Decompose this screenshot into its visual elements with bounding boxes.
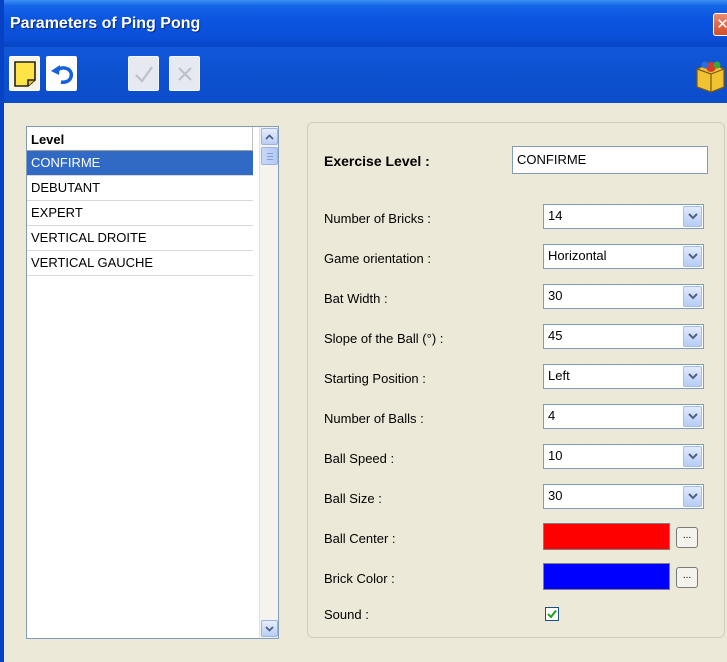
ball-size-select[interactable]: 30 xyxy=(543,484,704,509)
list-item[interactable]: CONFIRME xyxy=(27,151,253,176)
sound-checkbox[interactable] xyxy=(545,607,559,621)
vertical-scrollbar[interactable] xyxy=(259,127,278,638)
chevron-down-icon xyxy=(265,625,274,632)
grip-line xyxy=(267,153,273,154)
bat-width-label: Bat Width : xyxy=(324,291,388,306)
level-grid: Level CONFIRME DEBUTANT EXPERT VERTICAL … xyxy=(27,127,253,276)
list-item[interactable]: DEBUTANT xyxy=(27,176,253,201)
parameters-window: Parameters of Ping Pong ✕ Level CONFIRME… xyxy=(0,0,727,662)
dropdown-button[interactable] xyxy=(683,366,702,387)
ball-center-color-swatch[interactable] xyxy=(543,523,670,550)
level-list[interactable]: Level CONFIRME DEBUTANT EXPERT VERTICAL … xyxy=(26,126,279,639)
slope-of-ball-select[interactable]: 45 xyxy=(543,324,704,349)
close-button[interactable]: ✕ xyxy=(713,13,727,36)
title-bar: Parameters of Ping Pong ✕ xyxy=(4,0,727,47)
chevron-down-icon xyxy=(687,413,698,420)
brick-color-picker-button[interactable]: ... xyxy=(676,567,698,588)
number-of-balls-select[interactable]: 4 xyxy=(543,404,704,429)
dropdown-button[interactable] xyxy=(683,486,702,507)
dropdown-button[interactable] xyxy=(683,246,702,267)
package-button[interactable] xyxy=(694,57,727,93)
list-item[interactable]: VERTICAL DROITE xyxy=(27,226,253,251)
ball-speed-label: Ball Speed : xyxy=(324,451,395,466)
starting-position-label: Starting Position : xyxy=(324,371,426,386)
number-of-balls-label: Number of Balls : xyxy=(324,411,424,426)
chevron-down-icon xyxy=(687,453,698,460)
number-of-bricks-value: 14 xyxy=(548,208,563,223)
slope-of-ball-value: 45 xyxy=(548,328,563,343)
game-orientation-value: Horizontal xyxy=(548,248,607,263)
new-note-icon xyxy=(13,60,36,87)
parameters-panel: Exercise Level : CONFIRME Number of Bric… xyxy=(307,122,725,638)
chevron-down-icon xyxy=(687,493,698,500)
ball-center-picker-button[interactable]: ... xyxy=(676,527,698,548)
dropdown-button[interactable] xyxy=(683,406,702,427)
cancel-button[interactable] xyxy=(169,56,200,91)
level-column-header[interactable]: Level xyxy=(27,127,253,151)
window-title: Parameters of Ping Pong xyxy=(10,14,201,32)
chevron-up-icon xyxy=(265,133,274,140)
exercise-level-label: Exercise Level : xyxy=(324,153,430,169)
bat-width-value: 30 xyxy=(548,288,563,303)
starting-position-select[interactable]: Left xyxy=(543,364,704,389)
close-icon: ✕ xyxy=(716,16,727,33)
game-orientation-label: Game orientation : xyxy=(324,251,431,266)
dropdown-button[interactable] xyxy=(683,206,702,227)
grip-line xyxy=(267,156,273,157)
brick-color-swatch[interactable] xyxy=(543,563,670,590)
checkmark-icon xyxy=(134,65,153,83)
dropdown-button[interactable] xyxy=(683,326,702,347)
toolbar xyxy=(4,47,727,103)
checkmark-icon xyxy=(547,609,557,619)
scroll-down-button[interactable] xyxy=(261,620,278,637)
chevron-down-icon xyxy=(687,333,698,340)
cross-icon xyxy=(177,66,192,81)
number-of-balls-value: 4 xyxy=(548,408,556,423)
scroll-up-button[interactable] xyxy=(261,128,278,145)
number-of-bricks-select[interactable]: 14 xyxy=(543,204,704,229)
bat-width-select[interactable]: 30 xyxy=(543,284,704,309)
game-orientation-select[interactable]: Horizontal xyxy=(543,244,704,269)
ball-size-label: Ball Size : xyxy=(324,491,382,506)
grip-line xyxy=(267,159,273,160)
undo-icon xyxy=(50,64,73,84)
starting-position-value: Left xyxy=(548,368,570,383)
exercise-level-input[interactable]: CONFIRME xyxy=(512,146,708,174)
chevron-down-icon xyxy=(687,373,698,380)
ball-speed-value: 10 xyxy=(548,448,563,463)
brick-color-label: Brick Color : xyxy=(324,571,395,586)
slope-of-ball-label: Slope of the Ball (°) : xyxy=(324,331,444,346)
list-item[interactable]: EXPERT xyxy=(27,201,253,226)
ball-size-value: 30 xyxy=(548,488,563,503)
sound-label: Sound : xyxy=(324,607,369,622)
package-box-icon xyxy=(696,61,725,93)
confirm-button[interactable] xyxy=(128,56,159,91)
undo-button[interactable] xyxy=(46,56,77,91)
chevron-down-icon xyxy=(687,293,698,300)
scroll-thumb[interactable] xyxy=(261,147,278,165)
ball-speed-select[interactable]: 10 xyxy=(543,444,704,469)
list-item[interactable]: VERTICAL GAUCHE xyxy=(27,251,253,276)
new-button[interactable] xyxy=(9,56,40,91)
chevron-down-icon xyxy=(687,213,698,220)
dropdown-button[interactable] xyxy=(683,446,702,467)
chevron-down-icon xyxy=(687,253,698,260)
number-of-bricks-label: Number of Bricks : xyxy=(324,211,431,226)
dropdown-button[interactable] xyxy=(683,286,702,307)
ball-center-label: Ball Center : xyxy=(324,531,396,546)
